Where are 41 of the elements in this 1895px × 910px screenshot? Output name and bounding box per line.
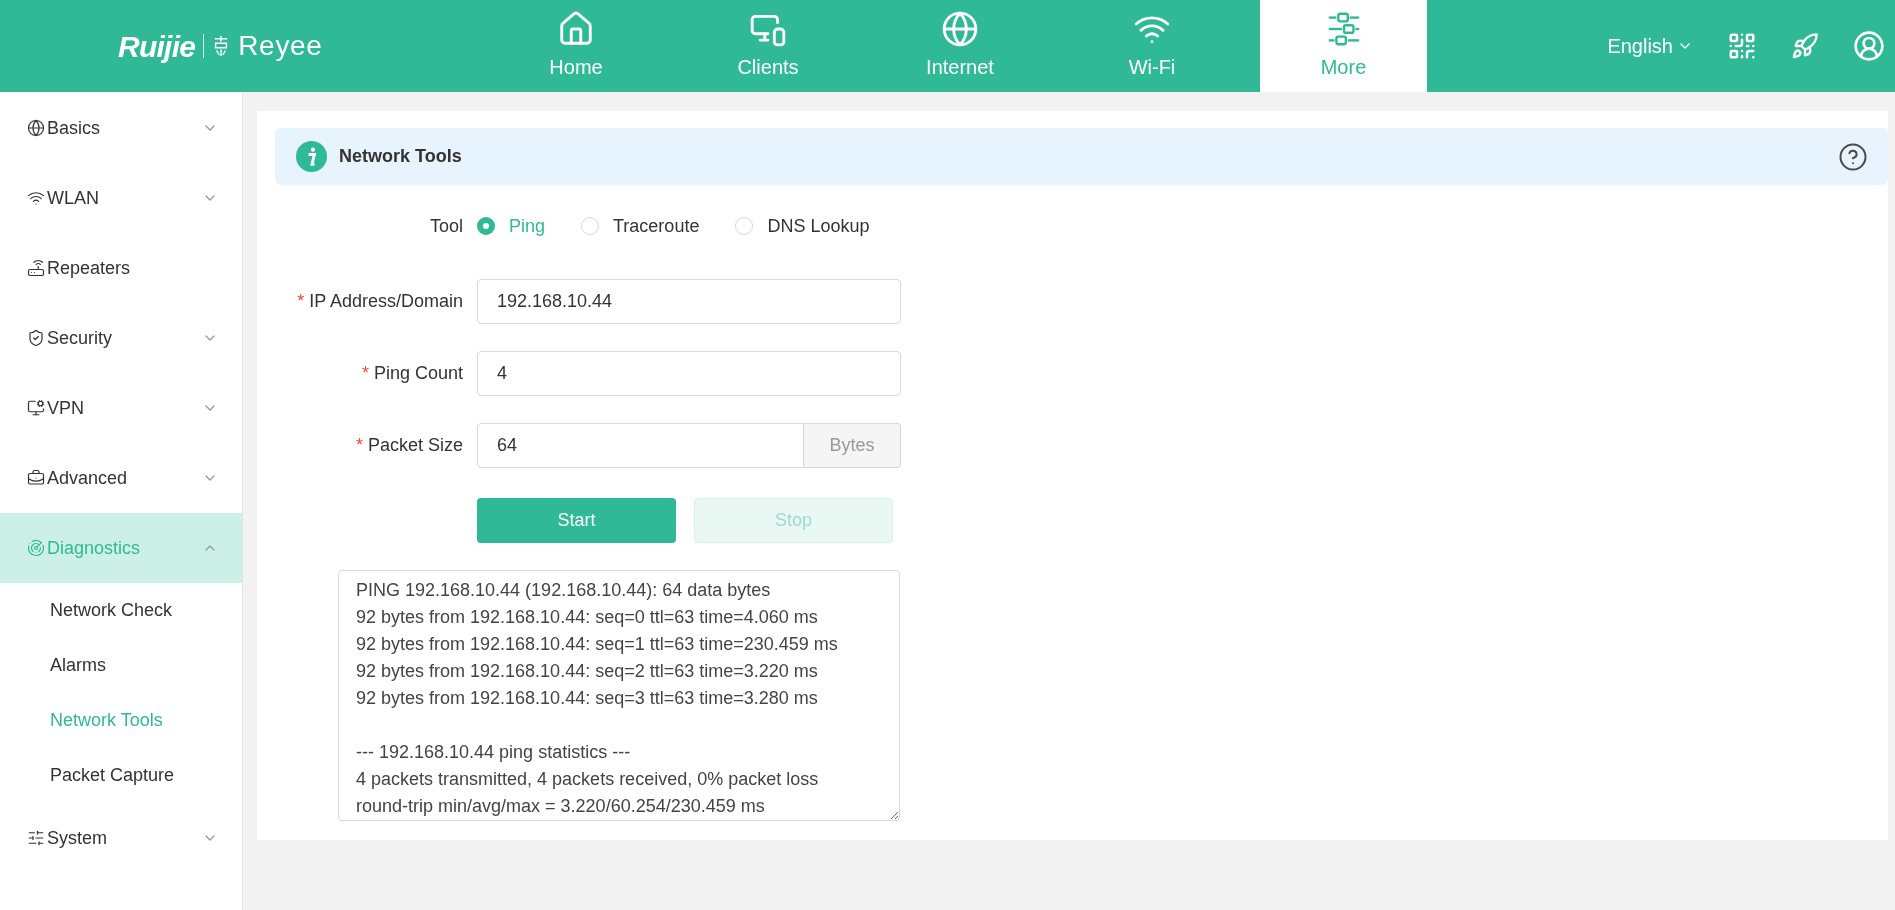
help-icon[interactable] [1838, 141, 1868, 172]
user-icon[interactable] [1853, 30, 1885, 62]
field-label: IP Address/Domain [309, 290, 463, 313]
tool-radio[interactable]: DNS Lookup [735, 212, 870, 240]
radar-icon [27, 539, 45, 557]
brand-logo: Ruijie [118, 28, 196, 65]
field-label: Packet Size [367, 434, 463, 457]
sidebar-item[interactable]: Repeaters [0, 233, 242, 303]
unit-suffix: Bytes [804, 423, 901, 468]
required-mark: * [297, 290, 305, 313]
banner-title: Network Tools [339, 145, 463, 168]
sidebar-item[interactable]: Advanced [0, 443, 242, 513]
router-icon [27, 259, 45, 277]
sidebar-item[interactable]: Basics [0, 93, 242, 163]
home-icon [557, 10, 595, 48]
sidebar-subitem[interactable]: Packet Capture [0, 748, 242, 803]
field-label: Ping Count [373, 362, 463, 385]
monitor-icon [27, 399, 45, 417]
text-field[interactable]: 64 [477, 423, 804, 468]
text-field[interactable]: 4 [477, 351, 901, 396]
globe-icon [27, 119, 45, 137]
tool-radio[interactable]: Traceroute [581, 212, 700, 240]
shield-icon [27, 329, 45, 347]
output-field[interactable]: PING 192.168.10.44 (192.168.10.44): 64 data bytes 92 bytes from 192.168.10.44: seq=0 ttl=63 time=4.060 ms 92 bytes from 192.168.10.44: seq=1 ttl=63 time=230.459 ms 92 bytes from 192.168.10.44: seq=2 ttl=63 time=3.220 ms 92 bytes from 192.168.10.44: seq=3 ttl=63 time=3.280 ms --- 192.168.10.44 ping statistics --- 4 packets transmitted, 4 packets received, 0% packet loss round-trip min/avg/max = 3.220/60.254/230.459 ms [338, 570, 900, 821]
toolbox-icon [27, 469, 45, 487]
product-logo: Reyee [238, 29, 323, 63]
required-mark: * [361, 362, 369, 385]
sidebar-item[interactable]: WLAN [0, 163, 242, 233]
rocket-icon[interactable] [1791, 32, 1819, 60]
info-icon [296, 141, 327, 172]
sidebar-subitem[interactable]: Network Check [0, 583, 242, 638]
sidebar-subitem[interactable]: Alarms [0, 638, 242, 693]
text-field[interactable]: 192.168.10.44 [477, 279, 901, 324]
sidebar-item[interactable]: System [0, 803, 242, 873]
required-mark: * [355, 434, 363, 457]
sliders-icon [27, 829, 45, 847]
qr-code-icon[interactable] [1727, 31, 1757, 61]
sidebar-item[interactable]: VPN [0, 373, 242, 443]
globe-icon [941, 10, 979, 48]
sidebar-item[interactable]: Security [0, 303, 242, 373]
field-label: Tool [428, 214, 464, 238]
